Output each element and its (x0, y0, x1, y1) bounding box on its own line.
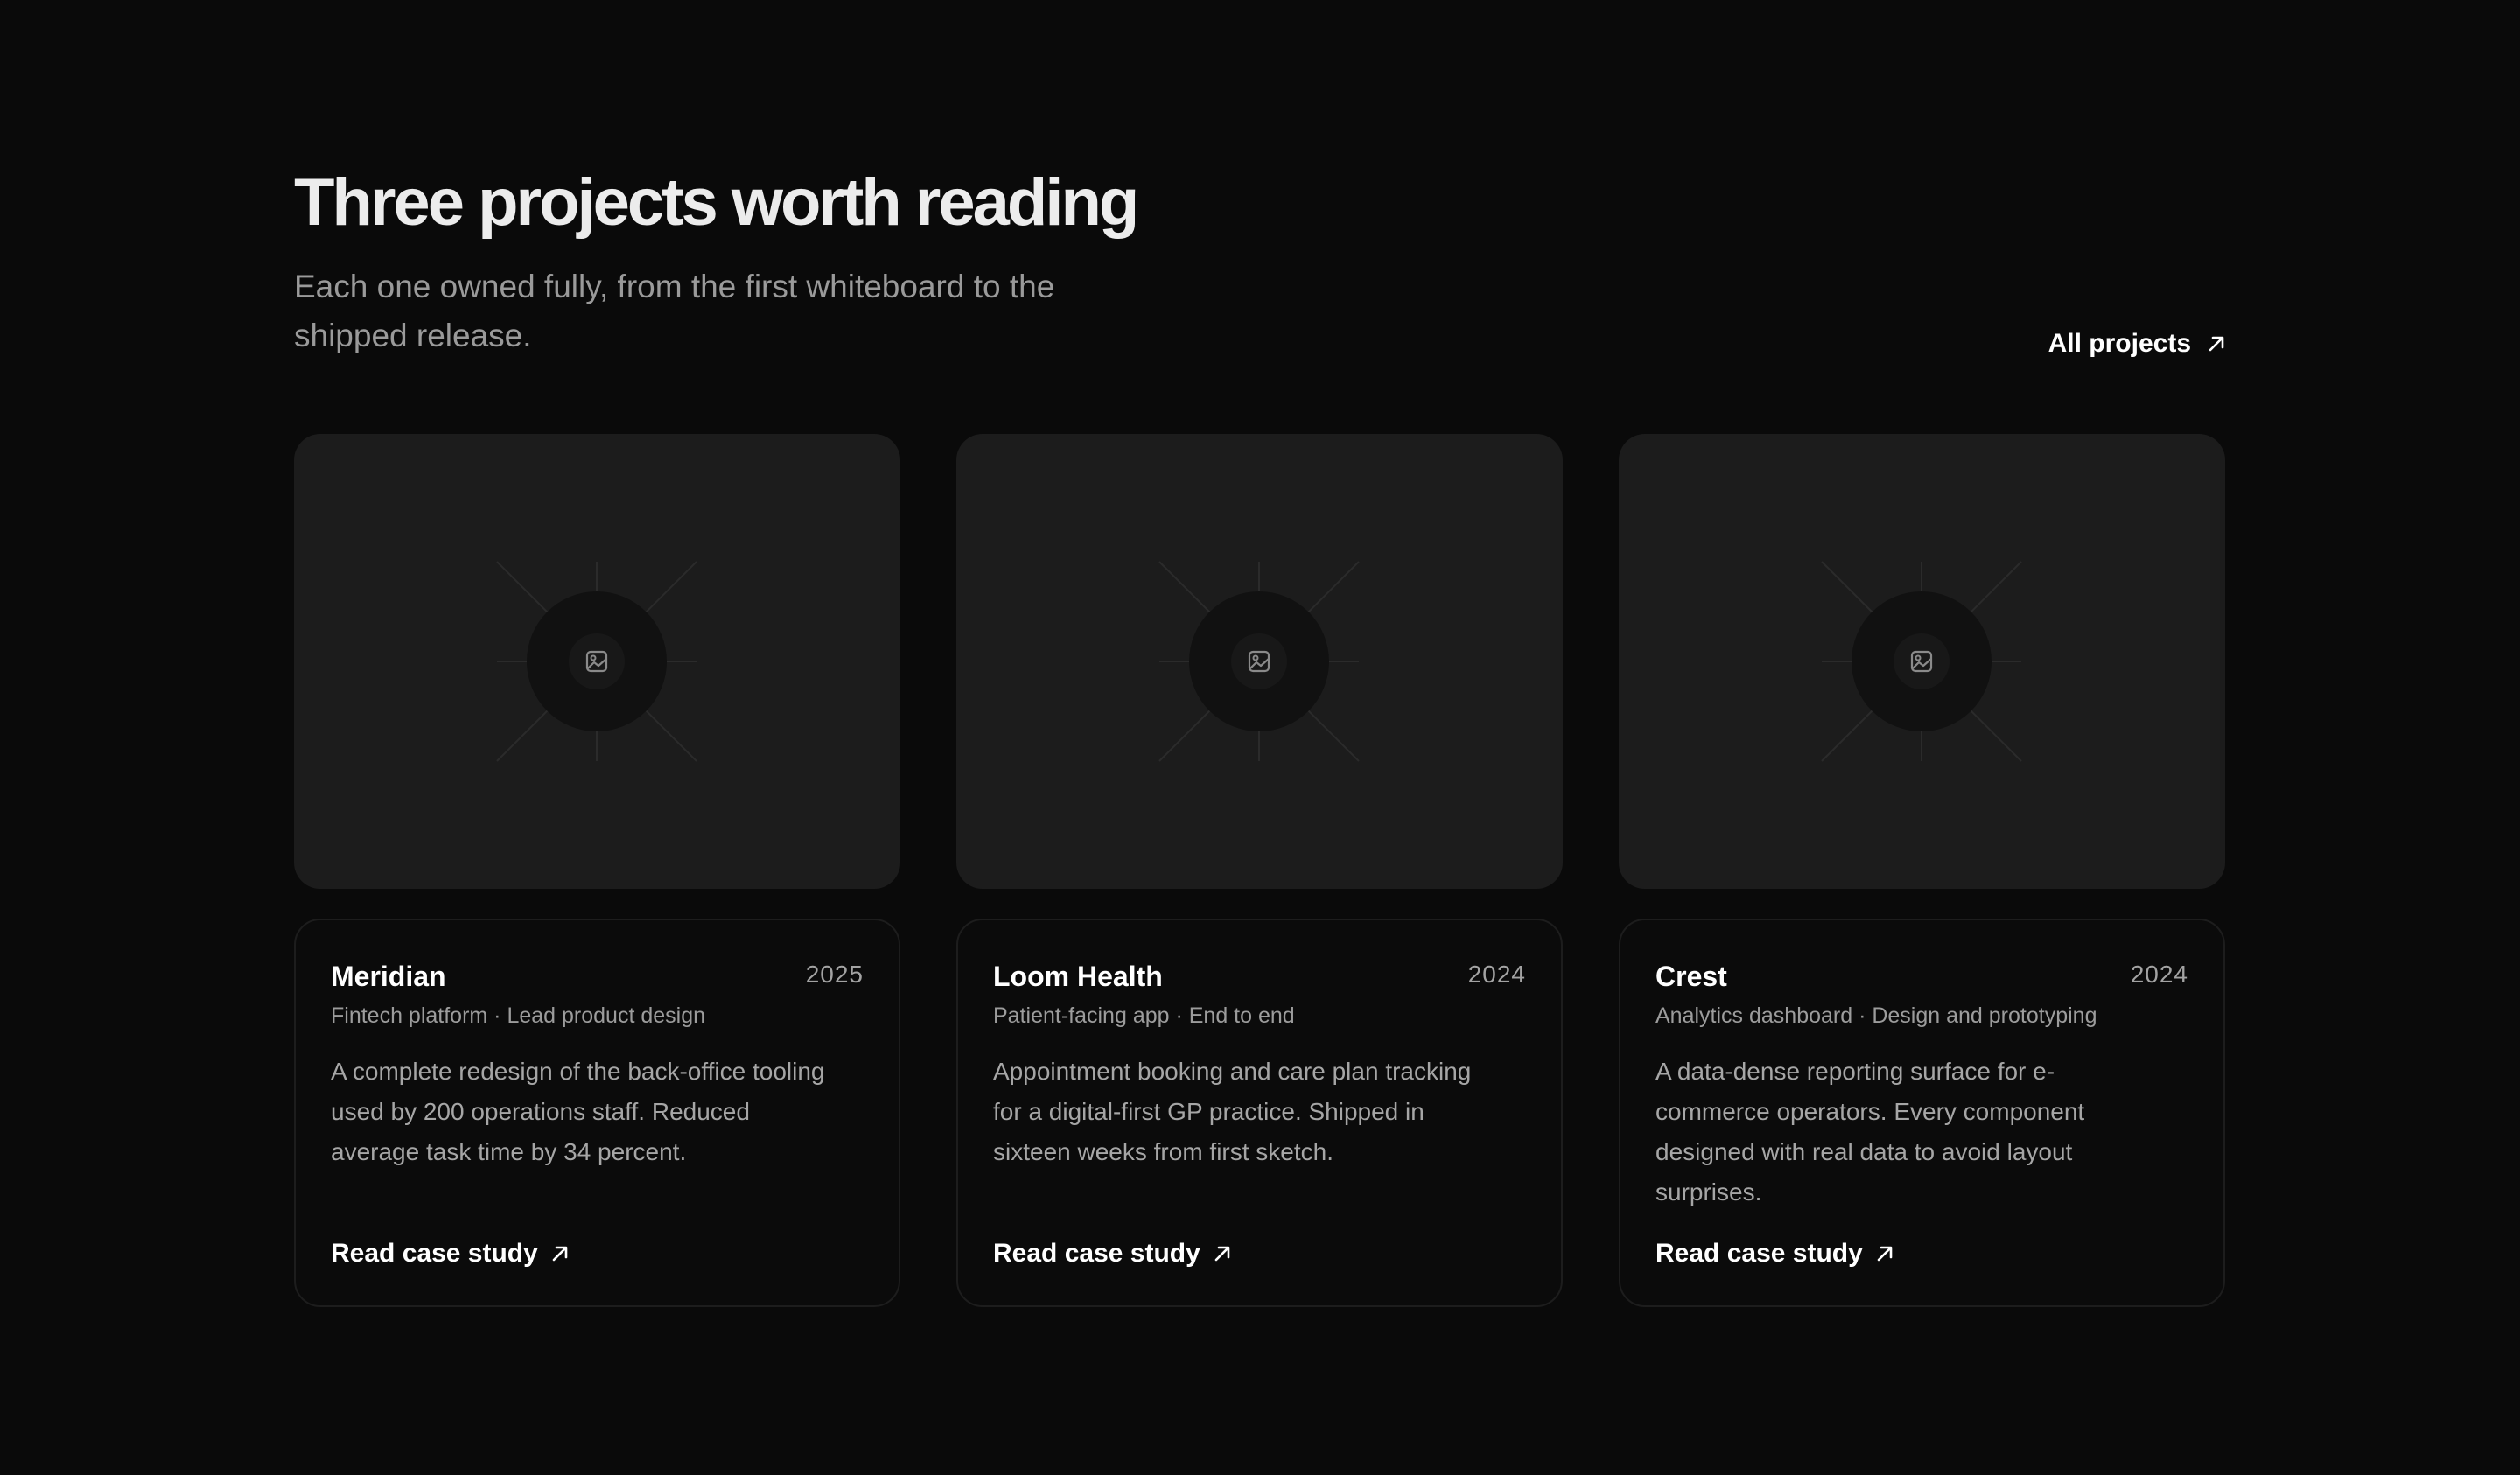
project-meta: Analytics dashboard · Design and prototy… (1656, 1003, 2097, 1028)
project-info: Meridian 2025 Fintech platform · Lead pr… (294, 919, 900, 1307)
project-year: 2024 (1467, 961, 1526, 988)
read-case-study-link[interactable]: Read case study (993, 1239, 1232, 1269)
project-card-crest: Crest 2024 Analytics dashboard · Design … (1619, 434, 2225, 1307)
project-image-placeholder[interactable] (1619, 434, 2225, 889)
project-meta: Fintech platform · Lead product design (331, 1003, 706, 1028)
project-grid: Meridian 2025 Fintech platform · Lead pr… (294, 434, 2226, 1307)
read-case-study-link[interactable]: Read case study (1656, 1239, 1894, 1269)
project-year: 2025 (805, 961, 864, 988)
project-year: 2024 (2130, 961, 2188, 988)
read-case-study-label: Read case study (1656, 1239, 1863, 1268)
image-icon (1909, 649, 1934, 674)
all-projects-link[interactable]: All projects (2048, 329, 2226, 359)
arrow-up-right-icon (1213, 1244, 1232, 1263)
project-image-placeholder[interactable] (956, 434, 1563, 889)
project-name: Crest (1656, 961, 1727, 992)
section-title: Three projects worth reading (294, 165, 1139, 240)
project-info: Loom Health 2024 Patient-facing app · En… (956, 919, 1563, 1307)
project-description: Appointment booking and care plan tracki… (993, 1058, 1472, 1165)
arrow-up-right-icon (550, 1244, 570, 1263)
image-icon (1247, 649, 1271, 674)
project-name: Meridian (331, 961, 446, 992)
section-header: Three projects worth reading Each one ow… (294, 161, 2226, 371)
arrow-up-right-icon (2207, 334, 2226, 353)
project-description: A complete redesign of the back-office t… (331, 1058, 825, 1165)
projects-section: Three projects worth reading Each one ow… (0, 0, 2520, 1475)
section-subtitle: Each one owned fully, from the first whi… (294, 269, 1055, 353)
project-meta: Patient-facing app · End to end (993, 1003, 1295, 1028)
read-case-study-label: Read case study (331, 1239, 538, 1268)
project-info: Crest 2024 Analytics dashboard · Design … (1619, 919, 2225, 1307)
read-case-study-link[interactable]: Read case study (331, 1239, 570, 1269)
project-card-meridian: Meridian 2025 Fintech platform · Lead pr… (294, 434, 900, 1307)
project-image-placeholder[interactable] (294, 434, 900, 889)
project-description: A data-dense reporting surface for e-com… (1656, 1058, 2085, 1206)
all-projects-label: All projects (2048, 329, 2191, 358)
project-name: Loom Health (993, 961, 1163, 992)
arrow-up-right-icon (1875, 1244, 1894, 1263)
image-icon (584, 649, 609, 674)
read-case-study-label: Read case study (993, 1239, 1200, 1268)
project-card-loom-health: Loom Health 2024 Patient-facing app · En… (956, 434, 1563, 1307)
